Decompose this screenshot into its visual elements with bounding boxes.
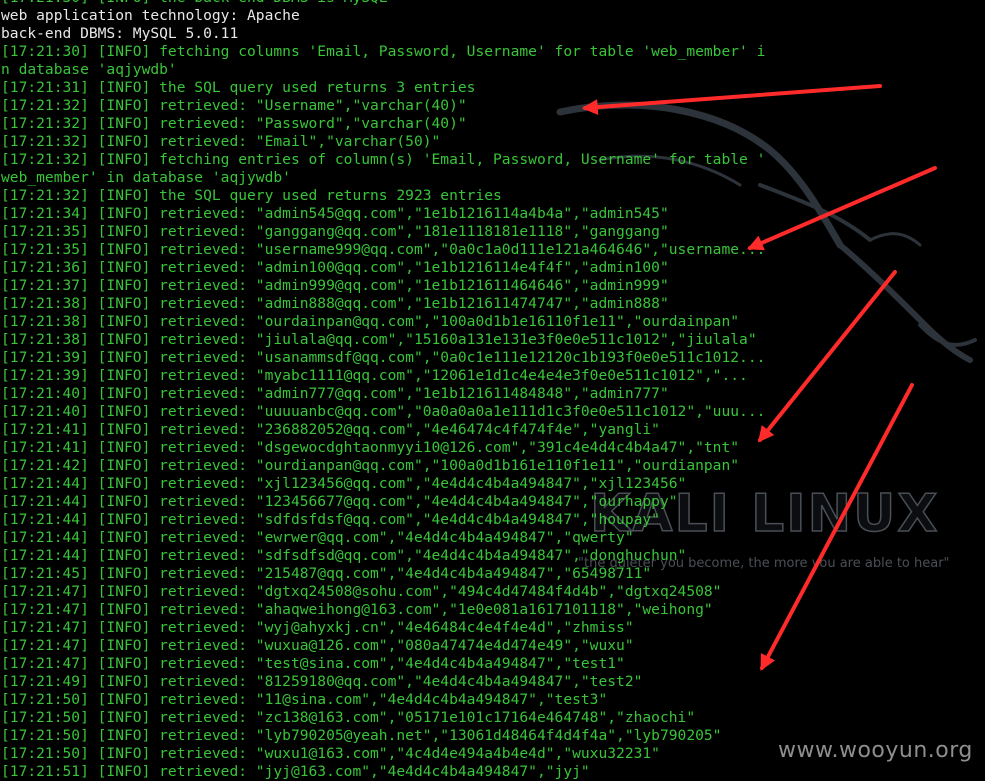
terminal-line: [17:21:32] [INFO] the SQL query used ret… (1, 187, 502, 204)
terminal-line: [17:21:30] [INFO] the back-end DBMS is M… (1, 0, 985, 7)
terminal-line: [17:21:37] [INFO] retrieved: "admin999@q… (1, 277, 669, 294)
terminal-line: [17:21:30] [INFO] fetching columns 'Emai… (1, 43, 766, 60)
terminal-line: [17:21:35] [INFO] retrieved: "ganggang@q… (1, 223, 669, 240)
terminal-line: [17:21:47] [INFO] retrieved: "ahaqweihon… (1, 601, 713, 618)
terminal-line: n database 'aqjywdb' (1, 61, 177, 78)
terminal-line: [17:21:44] [INFO] retrieved: "ewrwer@qq.… (1, 529, 634, 546)
terminal-line: [17:21:40] [INFO] retrieved: "uuuuanbc@q… (1, 403, 766, 420)
terminal-line: [17:21:35] [INFO] retrieved: "username99… (1, 241, 766, 258)
terminal-line: [17:21:47] [INFO] retrieved: "wuxua@126.… (1, 637, 634, 654)
terminal-line: [17:21:40] [INFO] retrieved: "admin777@q… (1, 385, 669, 402)
terminal-line: [17:21:50] [INFO] retrieved: "zc138@163.… (1, 709, 696, 726)
terminal-line: [17:21:47] [INFO] retrieved: "test@sina.… (1, 655, 625, 672)
terminal-line: [17:21:36] [INFO] retrieved: "admin100@q… (1, 259, 669, 276)
terminal-line: [17:21:41] [INFO] retrieved: "dsgewocdgh… (1, 439, 740, 456)
terminal-line: [17:21:41] [INFO] retrieved: "236882052@… (1, 421, 660, 438)
terminal-line: [17:21:32] [INFO] fetching entries of co… (1, 151, 766, 168)
terminal-line: [17:21:32] [INFO] retrieved: "Password",… (1, 115, 467, 132)
terminal-output[interactable]: [17:21:30] [INFO] the back-end DBMS is M… (1, 0, 985, 781)
terminal-line: [17:21:38] [INFO] retrieved: "jiulala@qq… (1, 331, 757, 348)
terminal-line: [17:21:50] [INFO] retrieved: "11@sina.co… (1, 691, 608, 708)
terminal-line: back-end DBMS: MySQL 5.0.11 (1, 25, 239, 42)
terminal-line: [17:21:44] [INFO] retrieved: "xjl123456@… (1, 475, 687, 492)
terminal-line: [17:21:31] [INFO] the SQL query used ret… (1, 79, 476, 96)
terminal-line: web application technology: Apache (1, 7, 300, 24)
terminal-line: [17:21:45] [INFO] retrieved: "215487@qq.… (1, 565, 652, 582)
terminal-line: [17:21:39] [INFO] retrieved: "myabc1111@… (1, 367, 748, 384)
terminal-line: [17:21:32] [INFO] retrieved: "Email","va… (1, 133, 441, 150)
terminal-line: [17:21:39] [INFO] retrieved: "usanammsdf… (1, 349, 766, 366)
terminal-line: [17:21:44] [INFO] retrieved: "sdfsdfsd@q… (1, 547, 687, 564)
terminal-line: [17:21:38] [INFO] retrieved: "admin888@q… (1, 295, 669, 312)
terminal-line: [17:21:32] [INFO] retrieved: "Username",… (1, 97, 467, 114)
terminal-line: [17:21:34] [INFO] retrieved: "admin545@q… (1, 205, 669, 222)
terminal-line: [17:21:38] [INFO] retrieved: "ourdainpan… (1, 313, 740, 330)
terminal-line: [17:21:51] [INFO] retrieved: "jyj@163.co… (1, 763, 590, 780)
terminal-line: [17:21:44] [INFO] retrieved: "sdfdsfdsf@… (1, 511, 660, 528)
terminal-line: [17:21:42] [INFO] retrieved: "ourdianpan… (1, 457, 740, 474)
wooyun-watermark: www.wooyun.org (778, 738, 973, 763)
terminal-line: [17:21:44] [INFO] retrieved: "123456677@… (1, 493, 678, 510)
terminal-line: web_member' in database 'aqjywdb' (1, 169, 291, 186)
terminal-line: [17:21:47] [INFO] retrieved: "dgtxq24508… (1, 583, 722, 600)
terminal-line: [17:21:49] [INFO] retrieved: "81259180@q… (1, 673, 643, 690)
terminal-line: [17:21:47] [INFO] retrieved: "wyj@ahyxkj… (1, 619, 634, 636)
